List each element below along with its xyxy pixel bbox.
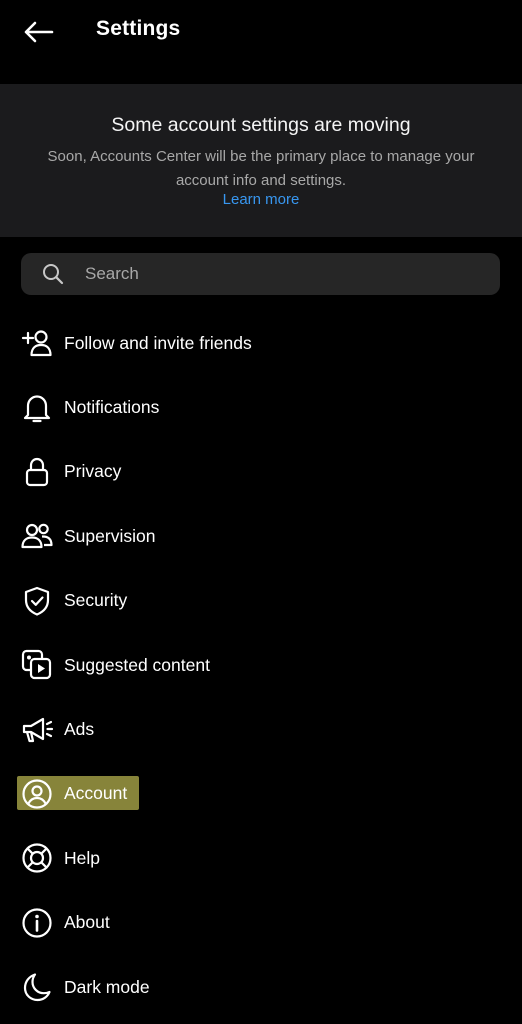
menu-item-label: Security [64, 590, 128, 611]
menu-item-account[interactable]: Account [0, 762, 522, 826]
page-title: Settings [96, 17, 181, 40]
menu-item-label: Suggested content [64, 654, 210, 675]
search-icon [41, 262, 65, 286]
lock-icon [20, 455, 54, 489]
back-button[interactable] [16, 12, 60, 52]
lifebuoy-icon [20, 841, 54, 875]
menu-item-label: Notifications [64, 397, 160, 418]
menu-item-label: Supervision [64, 525, 156, 546]
media-play-icon [20, 648, 54, 682]
banner-title: Some account settings are moving [111, 114, 411, 136]
people-icon [20, 519, 54, 553]
user-circle-icon [20, 777, 54, 811]
menu-item-dark-mode[interactable]: Dark mode [0, 955, 522, 1019]
shield-check-icon [20, 584, 54, 618]
menu-item-label: Privacy [64, 461, 122, 482]
menu-item-suggested-content[interactable]: Suggested content [0, 633, 522, 697]
menu-item-privacy[interactable]: Privacy [0, 440, 522, 504]
menu-item-label: About [64, 912, 110, 933]
arrow-left-icon [22, 20, 54, 44]
menu-item-label: Help [64, 847, 100, 868]
search-bar[interactable] [21, 253, 500, 295]
bell-icon [20, 391, 54, 425]
menu-item-ads[interactable]: Ads [0, 697, 522, 761]
search-input[interactable] [85, 264, 465, 284]
menu-item-label: Follow and invite friends [64, 332, 252, 353]
menu-item-about[interactable]: About [0, 891, 522, 955]
menu-item-supervision[interactable]: Supervision [0, 504, 522, 568]
learn-more-link[interactable]: Learn more [0, 191, 522, 208]
moon-icon [20, 970, 54, 1004]
menu-item-label: Dark mode [64, 976, 150, 997]
accounts-center-banner: Some account settings are moving Soon, A… [0, 84, 522, 237]
add-person-icon [20, 326, 54, 360]
menu-item-follow-invite[interactable]: Follow and invite friends [0, 311, 522, 375]
menu-item-notifications[interactable]: Notifications [0, 375, 522, 439]
menu-item-label: Account [64, 783, 128, 804]
top-app-bar: Settings [0, 0, 522, 64]
megaphone-icon [20, 713, 54, 747]
menu-item-security[interactable]: Security [0, 569, 522, 633]
info-icon [20, 906, 54, 940]
settings-menu: Follow and invite friends Notifications … [0, 311, 522, 1019]
menu-item-label: Ads [64, 719, 95, 740]
menu-item-help[interactable]: Help [0, 826, 522, 890]
banner-body: Soon, Accounts Center will be the primar… [47, 148, 475, 189]
